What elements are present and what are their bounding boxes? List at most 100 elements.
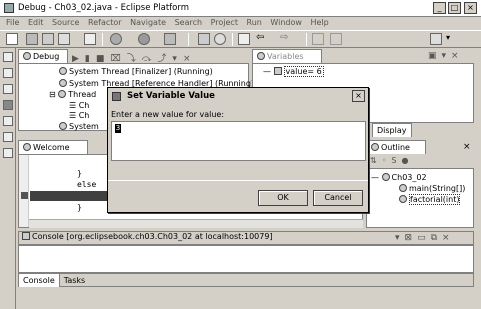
console-bottom-tab[interactable]: Console — [19, 274, 60, 287]
layout-icon[interactable]: ▣ — [428, 51, 442, 61]
outline-item-factorial[interactable]: factorial(int) — [399, 194, 461, 205]
variables-tab[interactable]: Variables — [252, 49, 322, 63]
cancel-button[interactable]: Cancel — [313, 190, 363, 206]
perspective-icon-6[interactable] — [3, 132, 13, 142]
display-tab[interactable]: Display — [372, 123, 412, 137]
cut-icon[interactable] — [84, 33, 96, 45]
back-icon[interactable]: ⇦ — [256, 33, 268, 45]
class-icon — [381, 173, 390, 181]
menu-file[interactable]: File — [6, 18, 19, 27]
view-menu-icon[interactable]: ▾ — [442, 51, 452, 61]
outline-view-icon — [371, 143, 379, 151]
tree-item-thread[interactable]: ⊟ Thread — [49, 90, 96, 99]
ok-button[interactable]: OK — [258, 190, 308, 206]
debug-run-icon[interactable] — [110, 33, 122, 45]
toggle-icon-2[interactable] — [330, 33, 342, 45]
perspective-icon-2[interactable] — [3, 68, 13, 78]
welcome-icon — [23, 143, 31, 151]
open-perspective-icon[interactable]: ▾ — [446, 33, 458, 45]
tasks-bottom-tab[interactable]: Tasks — [60, 274, 89, 287]
search-icon[interactable] — [214, 33, 226, 45]
toolbar-separator — [232, 33, 233, 46]
hide-static-icon[interactable]: S — [391, 156, 401, 165]
horizontal-scrollbar[interactable] — [29, 219, 363, 228]
toolbar-separator — [188, 33, 189, 46]
outline-item-class[interactable]: — Ch03_02 — [371, 173, 427, 182]
maximize-button[interactable]: □ — [448, 2, 461, 14]
menu-refactor[interactable]: Refactor — [88, 18, 122, 27]
next-annotation-icon[interactable] — [238, 33, 250, 45]
perspective-shortcut-bar — [0, 48, 16, 309]
dialog-title: Set Variable Value — [127, 91, 215, 101]
tab-welcome[interactable]: Welcome — [18, 140, 88, 154]
lock-icon[interactable]: ⊠ — [405, 233, 418, 243]
debug-view-toolbar: ▶▮■⌧⤵⤼⤴▾× — [72, 51, 248, 64]
variables-toolbar: ▣▾× — [428, 51, 473, 61]
print-icon[interactable] — [42, 33, 54, 45]
copy-console-icon[interactable]: ⧉ — [431, 233, 442, 243]
set-variable-value-dialog: Set Variable Value × Enter a new value f… — [107, 87, 369, 213]
tree-item-system[interactable]: System — [59, 122, 99, 131]
input-value: 3 — [115, 124, 121, 133]
sort-icon[interactable]: ⇅ — [370, 156, 382, 165]
tree-item-finalizer[interactable]: System Thread [Finalizer] (Running) — [59, 67, 213, 76]
external-tools-icon[interactable] — [164, 33, 176, 45]
method-icon — [399, 184, 407, 192]
dialog-prompt: Enter a new value for value: — [111, 110, 225, 119]
menu-search[interactable]: Search — [175, 18, 202, 27]
variable-icon — [273, 67, 282, 75]
console-toolbar: ▾⊠▭⧉× — [395, 233, 455, 243]
copy-icon[interactable] — [58, 33, 70, 45]
new-icon[interactable] — [6, 33, 18, 45]
save-icon[interactable] — [26, 33, 38, 45]
outline-item-main[interactable]: main(String[]) — [399, 184, 465, 193]
console-icon — [22, 232, 30, 240]
menu-source[interactable]: Source — [52, 18, 79, 27]
clear-icon[interactable]: ▭ — [417, 233, 431, 243]
thread-icon — [58, 90, 67, 98]
new-value-input[interactable]: 3 — [111, 121, 366, 161]
console-output[interactable] — [18, 245, 474, 273]
debug-perspective-icon[interactable] — [3, 100, 13, 110]
console-bottom-tabs: Console Tasks — [18, 273, 474, 287]
menu-run[interactable]: Run — [247, 18, 262, 27]
dialog-close-button[interactable]: × — [352, 90, 365, 102]
perspective-icon[interactable] — [430, 33, 442, 45]
menu-navigate[interactable]: Navigate — [130, 18, 166, 27]
menu-edit[interactable]: Edit — [28, 18, 44, 27]
hide-nonpublic-icon[interactable]: ● — [402, 156, 414, 165]
debug-tab[interactable]: Debug — [18, 49, 68, 63]
dialog-icon — [112, 92, 121, 101]
close-view-icon[interactable]: × — [442, 233, 455, 243]
perspective-icon-3[interactable] — [3, 84, 13, 94]
pin-icon[interactable]: ▾ — [395, 233, 405, 243]
debug-app-icon — [4, 3, 14, 13]
run-icon[interactable] — [138, 33, 150, 45]
method-icon — [399, 195, 407, 203]
dialog-title-bar: Set Variable Value × — [109, 89, 367, 103]
menu-window[interactable]: Window — [270, 18, 302, 27]
minimize-button[interactable]: _ — [433, 2, 446, 14]
perspective-icon-1[interactable] — [3, 52, 13, 62]
outline-tab[interactable]: Outline — [366, 140, 426, 154]
close-button[interactable]: × — [464, 2, 477, 14]
code-line-3: } — [77, 203, 82, 212]
variable-row-value[interactable]: — value= 6 — [263, 66, 324, 77]
debug-view-icon — [23, 52, 31, 60]
outline-tree: — Ch03_02 main(String[]) factorial(int) — [366, 168, 474, 228]
perspective-icon-7[interactable] — [3, 148, 13, 158]
hide-fields-icon[interactable]: ◦ — [382, 156, 392, 165]
perspective-icon-5[interactable] — [3, 116, 13, 126]
menu-help[interactable]: Help — [311, 18, 329, 27]
close-view-icon[interactable]: × — [451, 51, 464, 61]
outline-close-icon[interactable]: × — [463, 142, 471, 152]
forward-icon[interactable]: ⇨ — [280, 33, 292, 45]
toggle-icon-1[interactable] — [312, 33, 324, 45]
open-type-icon[interactable] — [198, 33, 210, 45]
console-header: Console [org.eclipsebook.ch03.Ch03_02 at… — [18, 231, 474, 245]
tree-item-frame-2[interactable]: ☰ Ch — [69, 111, 89, 120]
menu-project[interactable]: Project — [211, 18, 238, 27]
thread-icon — [59, 122, 67, 130]
code-line-2: else — [77, 180, 97, 189]
tree-item-frame-1[interactable]: ☰ Ch — [69, 101, 89, 110]
